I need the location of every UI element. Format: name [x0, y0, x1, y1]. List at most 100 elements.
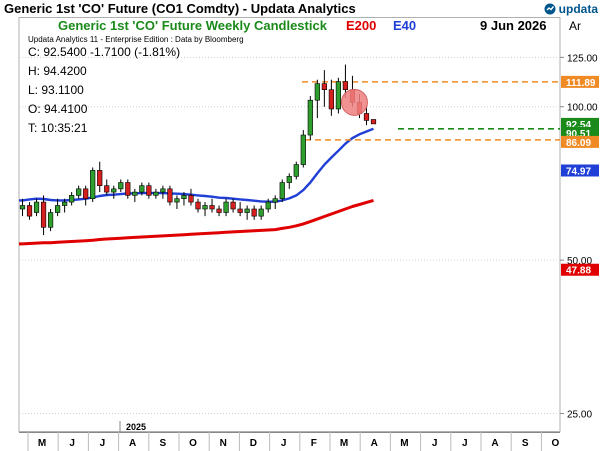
x-month-label: F	[311, 438, 317, 449]
x-month-label: O	[189, 438, 197, 449]
candle-body	[76, 188, 82, 196]
axis-label-value: 74.97	[566, 166, 591, 177]
candle	[279, 179, 285, 203]
close-value: C: 92.5400 -1.7100 (-1.81%)	[28, 45, 180, 59]
open-value: O: 94.4100	[28, 102, 88, 116]
candle-body	[370, 119, 377, 125]
x-month-label: S	[522, 438, 529, 449]
candle-body	[363, 113, 370, 121]
x-month-label: J	[281, 438, 287, 449]
candle-body	[153, 191, 159, 196]
candle-body	[209, 205, 215, 210]
candle-body	[272, 198, 278, 203]
candle-body	[202, 205, 208, 210]
candle-body	[230, 201, 236, 210]
candle	[90, 167, 96, 203]
candle-body	[244, 208, 250, 213]
x-month-label: J	[462, 438, 468, 449]
candle-body	[237, 208, 243, 213]
candle-body	[307, 99, 313, 136]
candle-body	[321, 83, 327, 91]
candle	[300, 130, 306, 168]
candle-body	[216, 208, 222, 213]
low-value: L: 93.1100	[28, 83, 84, 97]
candle-body	[69, 195, 75, 203]
high-value: H: 94.4200	[28, 64, 87, 78]
chart-title: Generic 1st 'CO' Future Weekly Candlesti…	[58, 18, 328, 33]
candle-body	[223, 201, 229, 213]
candle-body	[97, 170, 103, 186]
candle-body	[300, 134, 306, 165]
y-tick-label: 100.00	[567, 103, 598, 114]
scale-mode[interactable]: Ar	[569, 19, 581, 33]
x-month-label: A	[129, 438, 136, 449]
candle-body	[195, 201, 201, 210]
x-month-label: M	[38, 438, 46, 449]
candle-body	[286, 176, 292, 183]
candle-body	[132, 191, 138, 196]
e40-legend: E40	[393, 18, 416, 33]
candle-body	[335, 81, 342, 110]
candle-body	[265, 201, 271, 210]
candle-body	[146, 185, 152, 196]
x-month-label: A	[491, 438, 498, 449]
year-label: 2025	[126, 422, 146, 432]
candle-body	[160, 188, 166, 193]
updata-logo-text: updata	[558, 1, 598, 16]
x-month-label: O	[552, 438, 560, 449]
candle-body	[174, 198, 180, 203]
candle-body	[33, 201, 40, 213]
candle-body	[188, 195, 194, 203]
candle-body	[19, 205, 26, 210]
candle-body	[40, 201, 47, 228]
updata-logo: updata	[544, 1, 598, 16]
candle	[370, 119, 377, 125]
candle-body	[125, 182, 131, 196]
candle-body	[314, 83, 320, 101]
candle-body	[342, 81, 349, 91]
candle-body	[258, 208, 264, 217]
x-month-label: J	[100, 438, 106, 449]
candle-body	[118, 182, 124, 190]
x-month-label: N	[220, 438, 227, 449]
x-month-label: M	[340, 438, 348, 449]
x-month-label: S	[159, 438, 166, 449]
candle-body	[139, 185, 145, 193]
time-value: T: 10:35:21	[28, 121, 88, 135]
candle-body	[251, 208, 257, 217]
candle-body	[54, 205, 61, 213]
updata-logo-icon	[544, 3, 556, 14]
window-title-bar: Generic 1st 'CO' Future (CO1 Comdty) - U…	[0, 0, 602, 18]
y-tick-label: 125.00	[567, 53, 598, 64]
candle-body	[83, 188, 89, 199]
candle-body	[111, 188, 117, 193]
x-month-label: J	[432, 438, 438, 449]
highlight-circle	[340, 88, 368, 116]
axis-label-value: 111.89	[566, 78, 596, 89]
highlight-marker	[340, 88, 368, 116]
axis-label-value: 47.88	[566, 266, 591, 277]
candle-body	[90, 170, 96, 199]
candle-body	[104, 185, 110, 193]
candlestick-chart[interactable]: Generic 1st 'CO' Future Weekly Candlesti…	[0, 17, 602, 451]
window-title: Generic 1st 'CO' Future (CO1 Comdty) - U…	[4, 1, 356, 16]
candle-body	[47, 212, 54, 228]
candle-body	[279, 182, 285, 199]
x-month-label: M	[400, 438, 408, 449]
e200-legend: E200	[346, 18, 376, 33]
edition-text: Updata Analytics 11 - Enterprise Edition…	[28, 35, 244, 44]
chart-date: 9 Jun 2026	[480, 18, 547, 33]
candle-body	[328, 89, 334, 110]
candle-body	[181, 195, 187, 199]
candle	[307, 95, 313, 141]
x-month-label: A	[371, 438, 378, 449]
candle-body	[167, 188, 173, 203]
candle	[335, 77, 342, 114]
x-month-label: J	[69, 438, 75, 449]
candle-body	[62, 201, 68, 206]
candle-body	[293, 164, 299, 177]
y-tick-label: 25.00	[567, 410, 592, 421]
x-month-label: D	[250, 438, 257, 449]
candle-body	[26, 205, 33, 217]
axis-label-value: 86.09	[566, 138, 591, 149]
